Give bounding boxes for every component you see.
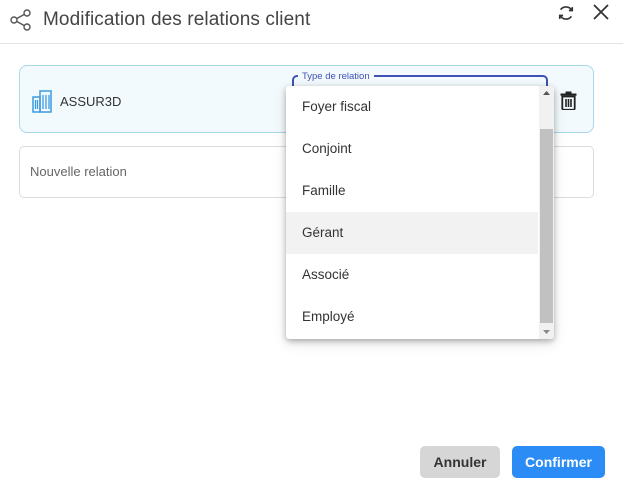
option-conjoint[interactable]: Conjoint	[286, 128, 538, 170]
option-famille[interactable]: Famille	[286, 170, 538, 212]
client-name: ASSUR3D	[60, 94, 122, 109]
scroll-thumb[interactable]	[540, 129, 553, 323]
option-associe[interactable]: Associé	[286, 254, 538, 296]
scroll-up-arrow-icon[interactable]	[539, 86, 554, 100]
scroll-down-arrow-icon[interactable]	[539, 325, 554, 339]
share-icon	[10, 9, 31, 31]
close-icon[interactable]	[592, 3, 610, 21]
option-employe[interactable]: Employé	[286, 296, 538, 338]
refresh-icon[interactable]	[556, 3, 576, 23]
option-foyer-fiscal[interactable]: Foyer fiscal	[286, 86, 538, 128]
relation-type-label: Type de relation	[298, 71, 374, 82]
new-relation-placeholder: Nouvelle relation	[30, 164, 127, 179]
dropdown-scrollbar[interactable]	[539, 86, 554, 339]
cancel-button[interactable]: Annuler	[420, 446, 500, 478]
trash-icon[interactable]	[560, 91, 577, 110]
relation-type-dropdown: Foyer fiscal Conjoint Famille Gérant Ass…	[286, 86, 554, 339]
dialog-header: Modification des relations client	[0, 0, 623, 44]
option-gerant[interactable]: Gérant	[286, 212, 538, 254]
building-icon	[32, 90, 52, 113]
confirm-button[interactable]: Confirmer	[512, 446, 605, 478]
dialog-title: Modification des relations client	[43, 9, 311, 30]
